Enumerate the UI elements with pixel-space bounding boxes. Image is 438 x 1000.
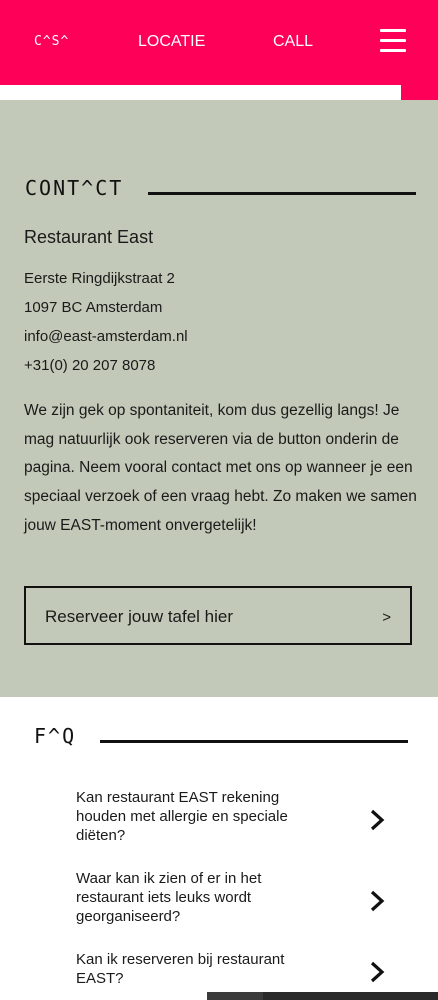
contact-heading-divider <box>148 192 416 195</box>
reserve-arrow-icon: > <box>382 609 391 626</box>
home-logo-link[interactable]: C^S^ <box>34 34 69 49</box>
faq-question: Waar kan ik zien of er in het restaurant… <box>76 870 262 925</box>
hamburger-icon[interactable] <box>380 29 406 53</box>
faq-item[interactable]: Kan ik reserveren bij restaurant EAST? <box>76 950 408 988</box>
reserve-button-label: Reserveer jouw tafel hier <box>45 607 234 626</box>
nav-link-call[interactable]: CALL <box>273 33 313 51</box>
faq-question: Kan restaurant EAST rekening houden met … <box>76 789 288 844</box>
contact-description: We zijn gek op spontaniteit, kom dus gez… <box>24 402 417 534</box>
chevron-right-icon[interactable] <box>369 961 385 983</box>
contact-section: CONT^CT Restaurant East Eerste Ringdijks… <box>0 100 438 697</box>
contact-email-link[interactable]: info@east-amsterdam.nl <box>24 328 188 345</box>
faq-heading-divider <box>100 740 408 743</box>
faq-item[interactable]: Kan restaurant EAST rekening houden met … <box>76 788 408 845</box>
contact-phone-link[interactable]: +31(0) 20 207 8078 <box>24 357 155 374</box>
bottom-overlay-tab <box>207 992 263 1000</box>
reserve-table-button[interactable]: Reserveer jouw tafel hier > <box>24 586 412 645</box>
chevron-right-icon[interactable] <box>369 890 385 912</box>
faq-question: Kan ik reserveren bij restaurant EAST? <box>76 951 285 987</box>
contact-heading: CONT^CT <box>25 176 124 200</box>
faq-item[interactable]: Waar kan ik zien of er in het restaurant… <box>76 869 408 926</box>
chevron-right-icon[interactable] <box>369 809 385 831</box>
address-street: Eerste Ringdijkstraat 2 <box>24 270 175 287</box>
restaurant-name: Restaurant East <box>24 227 154 247</box>
nav-link-locatie[interactable]: LOCATIE <box>138 33 205 51</box>
faq-heading: F^Q <box>34 724 77 748</box>
address-city: 1097 BC Amsterdam <box>24 299 163 316</box>
top-navigation-bar: C^S^ LOCATIE CALL <box>0 0 438 85</box>
